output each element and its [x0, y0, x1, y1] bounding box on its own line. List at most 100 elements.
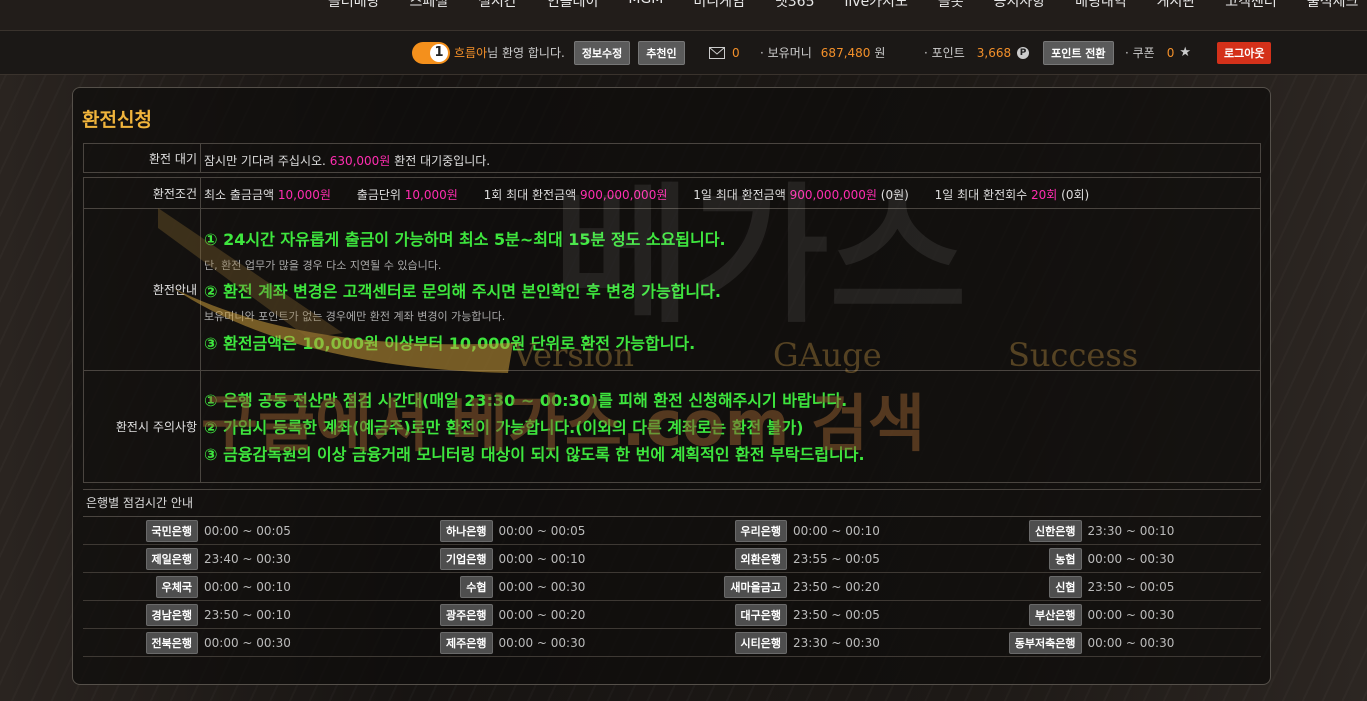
bank-name: 우체국	[155, 575, 198, 598]
bank-name-wrap: 우리은행	[672, 519, 787, 542]
bank-name-wrap: 제주은행	[378, 631, 493, 654]
bank-name: 부산은행	[1029, 603, 1082, 626]
wait-suffix: 환전 대기중입니다.	[390, 154, 491, 168]
nav-item[interactable]: 슬러배당	[328, 0, 380, 11]
bank-time: 00:00 ~ 00:05	[498, 523, 586, 538]
nav-item[interactable]: MGM	[628, 0, 663, 11]
star-icon: ★	[1179, 45, 1192, 60]
nav-item[interactable]: live카지노	[845, 0, 908, 11]
bank-name: 새마을금고	[724, 575, 787, 598]
bank-cell: 제일은행 23:40 ~ 00:30	[83, 547, 378, 570]
bank-time: 23:50 ~ 00:05	[1087, 579, 1175, 594]
bank-name-wrap: 새마을금고	[672, 575, 787, 598]
bank-name-wrap: 외환은행	[672, 547, 787, 570]
guide-line-1: ① 24시간 자유롭게 출금이 가능하며 최소 5분~최대 15분 정도 소요됩…	[204, 230, 726, 249]
cond-name: 1일 최대 환전회수	[934, 188, 1028, 202]
bank-time: 00:00 ~ 00:30	[1087, 635, 1175, 650]
bank-row: 제일은행 23:40 ~ 00:30 기업은행 00:00 ~ 00:10 외환은행 23…	[83, 545, 1261, 573]
point-value: 3,668	[976, 45, 1012, 60]
bank-time: 23:55 ~ 00:05	[793, 551, 880, 566]
bank-row: 전북은행 00:00 ~ 00:30 제주은행 00:00 ~ 00:30 시티은행 23…	[83, 629, 1261, 657]
nav-item[interactable]: 고객센터	[1225, 0, 1277, 11]
wait-row: 환전 대기 잠시만 기다려 주십시오. 630,000원 환전 대기중입니다.	[83, 143, 1261, 173]
nav-item[interactable]: 실시간	[478, 0, 517, 11]
bank-cell: 대구은행 23:50 ~ 00:05	[672, 603, 967, 626]
nav-item[interactable]: 인플레이	[547, 0, 599, 11]
bank-name-wrap: 신협	[967, 575, 1082, 598]
bank-name-wrap: 광주은행	[378, 603, 493, 626]
bank-name-wrap: 전북은행	[83, 631, 198, 654]
caution-line-1: ① 은행 공동 전산망 점검 시간대(매일 23:30 ~ 00:30)를 피해…	[204, 391, 848, 410]
bank-name-wrap: 제일은행	[83, 547, 198, 570]
bank-cell: 경남은행 23:50 ~ 00:10	[83, 603, 378, 626]
nav-item[interactable]: 출석체크	[1307, 0, 1359, 11]
cond-name: 1회 최대 환전금액	[483, 188, 577, 202]
cond-value: 10,000원	[277, 188, 331, 202]
guide-line-2: ② 환전 계좌 변경은 고객센터로 문의해 주시면 본인확인 후 변경 가능합니…	[204, 282, 721, 301]
username: 흐름아	[454, 46, 488, 60]
bank-name: 신협	[1049, 575, 1082, 598]
nav-item[interactable]: 스페셜	[410, 0, 449, 11]
nav-item[interactable]: 슬롯	[938, 0, 964, 11]
cond-extra: (0회)	[1057, 188, 1090, 202]
bank-name: 광주은행	[440, 603, 493, 626]
edit-info-button[interactable]: 정보수정	[573, 40, 631, 65]
wait-message: 잠시만 기다려 주십시오. 630,000원 환전 대기중입니다.	[204, 152, 490, 169]
money-label: · 보유머니	[760, 46, 812, 60]
page-title: 환전신청	[82, 109, 152, 131]
messages[interactable]: 0	[709, 42, 740, 63]
point-icon: P	[1017, 46, 1030, 59]
bank-cell: 제주은행 00:00 ~ 00:30	[378, 631, 673, 654]
bank-cell: 우리은행 00:00 ~ 00:10	[672, 519, 967, 542]
bank-name: 전북은행	[145, 631, 198, 654]
bank-time: 23:30 ~ 00:30	[793, 635, 880, 650]
nav-item[interactable]: 미니게임	[693, 0, 745, 11]
bank-cell: 농협 00:00 ~ 00:30	[967, 547, 1262, 570]
guide-note-2: 보유머니와 포인트가 없는 경우에만 환전 계좌 변경이 가능합니다.	[204, 310, 506, 323]
referrer-button[interactable]: 추천인	[638, 40, 685, 65]
bank-cell: 신협 23:50 ~ 00:05	[967, 575, 1262, 598]
nav-item[interactable]: 벳365	[775, 0, 815, 11]
bank-time: 23:40 ~ 00:30	[204, 551, 291, 566]
bank-time: 00:00 ~ 00:10	[793, 523, 880, 538]
bank-cell: 기업은행 00:00 ~ 00:10	[378, 547, 673, 570]
bank-cell: 우체국 00:00 ~ 00:10	[83, 575, 378, 598]
bank-name-wrap: 경남은행	[83, 603, 198, 626]
point-display: · 포인트 3,668 P 포인트 전환	[924, 40, 1114, 65]
caution-label: 환전시 주의사항	[84, 371, 201, 482]
nav-item[interactable]: 게시판	[1157, 0, 1196, 11]
bank-name-wrap: 국민은행	[83, 519, 198, 542]
cond-name: 최소 출금금액	[204, 188, 275, 202]
user-greeting: 1 흐름아 님 환영 합니다. 정보수정 추천인	[412, 40, 685, 65]
info-block: 환전조건 최소 출금금액 10,000원 출금단위 10,000원 1회 최대 …	[83, 177, 1261, 483]
conditions-label: 환전조건	[84, 178, 201, 208]
bank-name: 신한은행	[1029, 519, 1082, 542]
bank-name: 농협	[1049, 547, 1082, 570]
bank-cell: 국민은행 00:00 ~ 00:05	[83, 519, 378, 542]
bank-name: 하나은행	[440, 519, 493, 542]
point-label: · 포인트	[924, 46, 965, 60]
bank-time: 00:00 ~ 00:10	[498, 551, 586, 566]
bank-name: 수협	[460, 575, 493, 598]
bank-cell: 신한은행 23:30 ~ 00:10	[967, 519, 1262, 542]
logout: 로그아웃	[1217, 41, 1272, 64]
logout-button[interactable]: 로그아웃	[1217, 41, 1272, 64]
cond-value: 10,000원	[404, 188, 458, 202]
bank-row: 국민은행 00:00 ~ 00:05 하나은행 00:00 ~ 00:05 우리은행 00…	[83, 517, 1261, 545]
coupon-value: 0	[1166, 45, 1175, 60]
point-convert-button[interactable]: 포인트 전환	[1043, 40, 1114, 65]
wait-amount: 630,000원	[329, 154, 391, 168]
greeting-text: 님 환영 합니다.	[487, 46, 565, 60]
bank-name-wrap: 시티은행	[672, 631, 787, 654]
caution-row: 환전시 주의사항 ① 은행 공동 전산망 점검 시간대(매일 23:30 ~ 0…	[84, 371, 1260, 482]
bank-cell: 전북은행 00:00 ~ 00:30	[83, 631, 378, 654]
bank-name-wrap: 우체국	[83, 575, 198, 598]
bank-cell: 광주은행 00:00 ~ 00:20	[378, 603, 673, 626]
bank-time: 00:00 ~ 00:05	[204, 523, 291, 538]
nav-item[interactable]: 배팅내역	[1075, 0, 1127, 11]
conditions-values: 최소 출금금액 10,000원 출금단위 10,000원 1회 최대 환전금액 …	[204, 186, 1089, 203]
bank-name-wrap: 부산은행	[967, 603, 1082, 626]
bank-name: 대구은행	[734, 603, 787, 626]
bank-name: 제일은행	[145, 547, 198, 570]
nav-item[interactable]: 공지사항	[994, 0, 1046, 11]
